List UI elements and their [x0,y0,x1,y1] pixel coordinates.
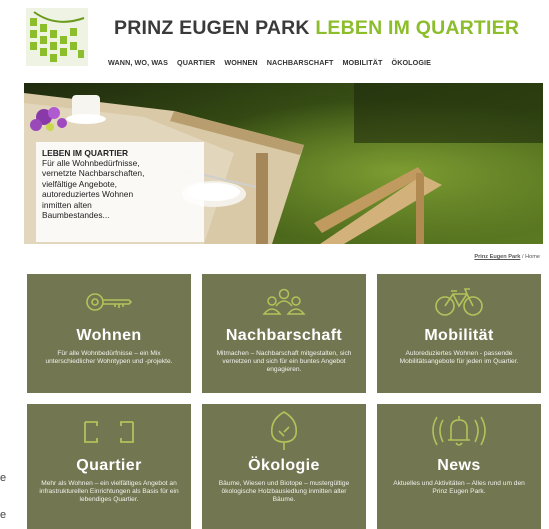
breadcrumb-current: Home [525,254,540,260]
bicycle-icon [377,286,541,318]
nav-item-nachbarschaft[interactable]: NACHBARSCHAFT [267,58,334,67]
breadcrumb: Prinz Eugen Park / Home [474,254,540,260]
hero-text-box: LEBEN IM QUARTIER Für alle Wohnbedürfnis… [36,142,204,242]
main-nav: WANN, WO, WAS QUARTIER WOHNEN NACHBARSCH… [108,58,431,67]
tile-title: News [437,457,481,474]
tile-description: Aktuelles und Aktivitäten – Alles rund u… [393,480,525,496]
site-logo[interactable] [26,8,88,66]
breadcrumb-separator: / [521,254,524,260]
clipped-text-fragment: e [0,509,7,521]
tile-description: Mitmachen – Nachbarschaft mitgestalten, … [216,350,352,374]
tile-title: Nachbarschaft [225,327,343,344]
site-title-accent: LEBEN IM QUARTIER [315,17,520,39]
site-title-main: PRINZ EUGEN PARK [114,17,310,39]
tile-description: Mehr als Wohnen – ein vielfältiges Angeb… [39,480,179,504]
tile-description: Bäume, Wiesen und Biotope – mustergültig… [218,480,350,504]
site-title: PRINZ EUGEN PARK LEBEN IM QUARTIER [114,17,519,40]
tile-wohnen[interactable]: Wohnen Für alle Wohnbedürfnisse – ein Mi… [27,274,191,393]
clipped-text-fragment: e [0,472,7,484]
nav-item-wann-wo-was[interactable]: WANN, WO, WAS [108,58,168,67]
people-icon [202,286,366,318]
tile-mobilitaet[interactable]: Mobilität Autoreduziertes Wohnen - passe… [377,274,541,393]
tile-quartier[interactable]: Quartier Mehr als Wohnen – ein vielfälti… [27,404,191,529]
hero-title: LEBEN IM QUARTIER [42,148,129,158]
nav-item-wohnen[interactable]: WOHNEN [224,58,257,67]
hero-text: Für alle Wohnbedürfnisse, vernetzte Nach… [42,158,145,221]
tile-description: Autoreduziertes Wohnen - passende Mobili… [399,350,519,366]
bell-icon [377,412,541,450]
nav-item-quartier[interactable]: QUARTIER [177,58,215,67]
tile-title: Ökologie [248,457,320,474]
key-icon [27,286,191,318]
tile-title: Wohnen [76,327,142,344]
brackets-icon [27,416,191,448]
tile-nachbarschaft[interactable]: Nachbarschaft Mitmachen – Nachbarschaft … [202,274,366,393]
breadcrumb-link-home[interactable]: Prinz Eugen Park [474,254,520,260]
tile-oekologie[interactable]: Ökologie Bäume, Wiesen und Biotope – mus… [202,404,366,529]
hero-banner: LEBEN IM QUARTIER Für alle Wohnbedürfnis… [24,83,543,244]
tree-icon [202,410,366,450]
tile-title: Quartier [76,457,142,474]
nav-item-mobilitaet[interactable]: MOBILITÄT [342,58,382,67]
logo-graphic [30,11,85,62]
nav-item-oekologie[interactable]: ÖKOLOGIE [392,58,432,67]
tile-description: Für alle Wohnbedürfnisse – ein Mix unter… [45,350,173,366]
tile-news[interactable]: News Aktuelles und Aktivitäten – Alles r… [377,404,541,529]
tile-title: Mobilität [424,327,494,344]
